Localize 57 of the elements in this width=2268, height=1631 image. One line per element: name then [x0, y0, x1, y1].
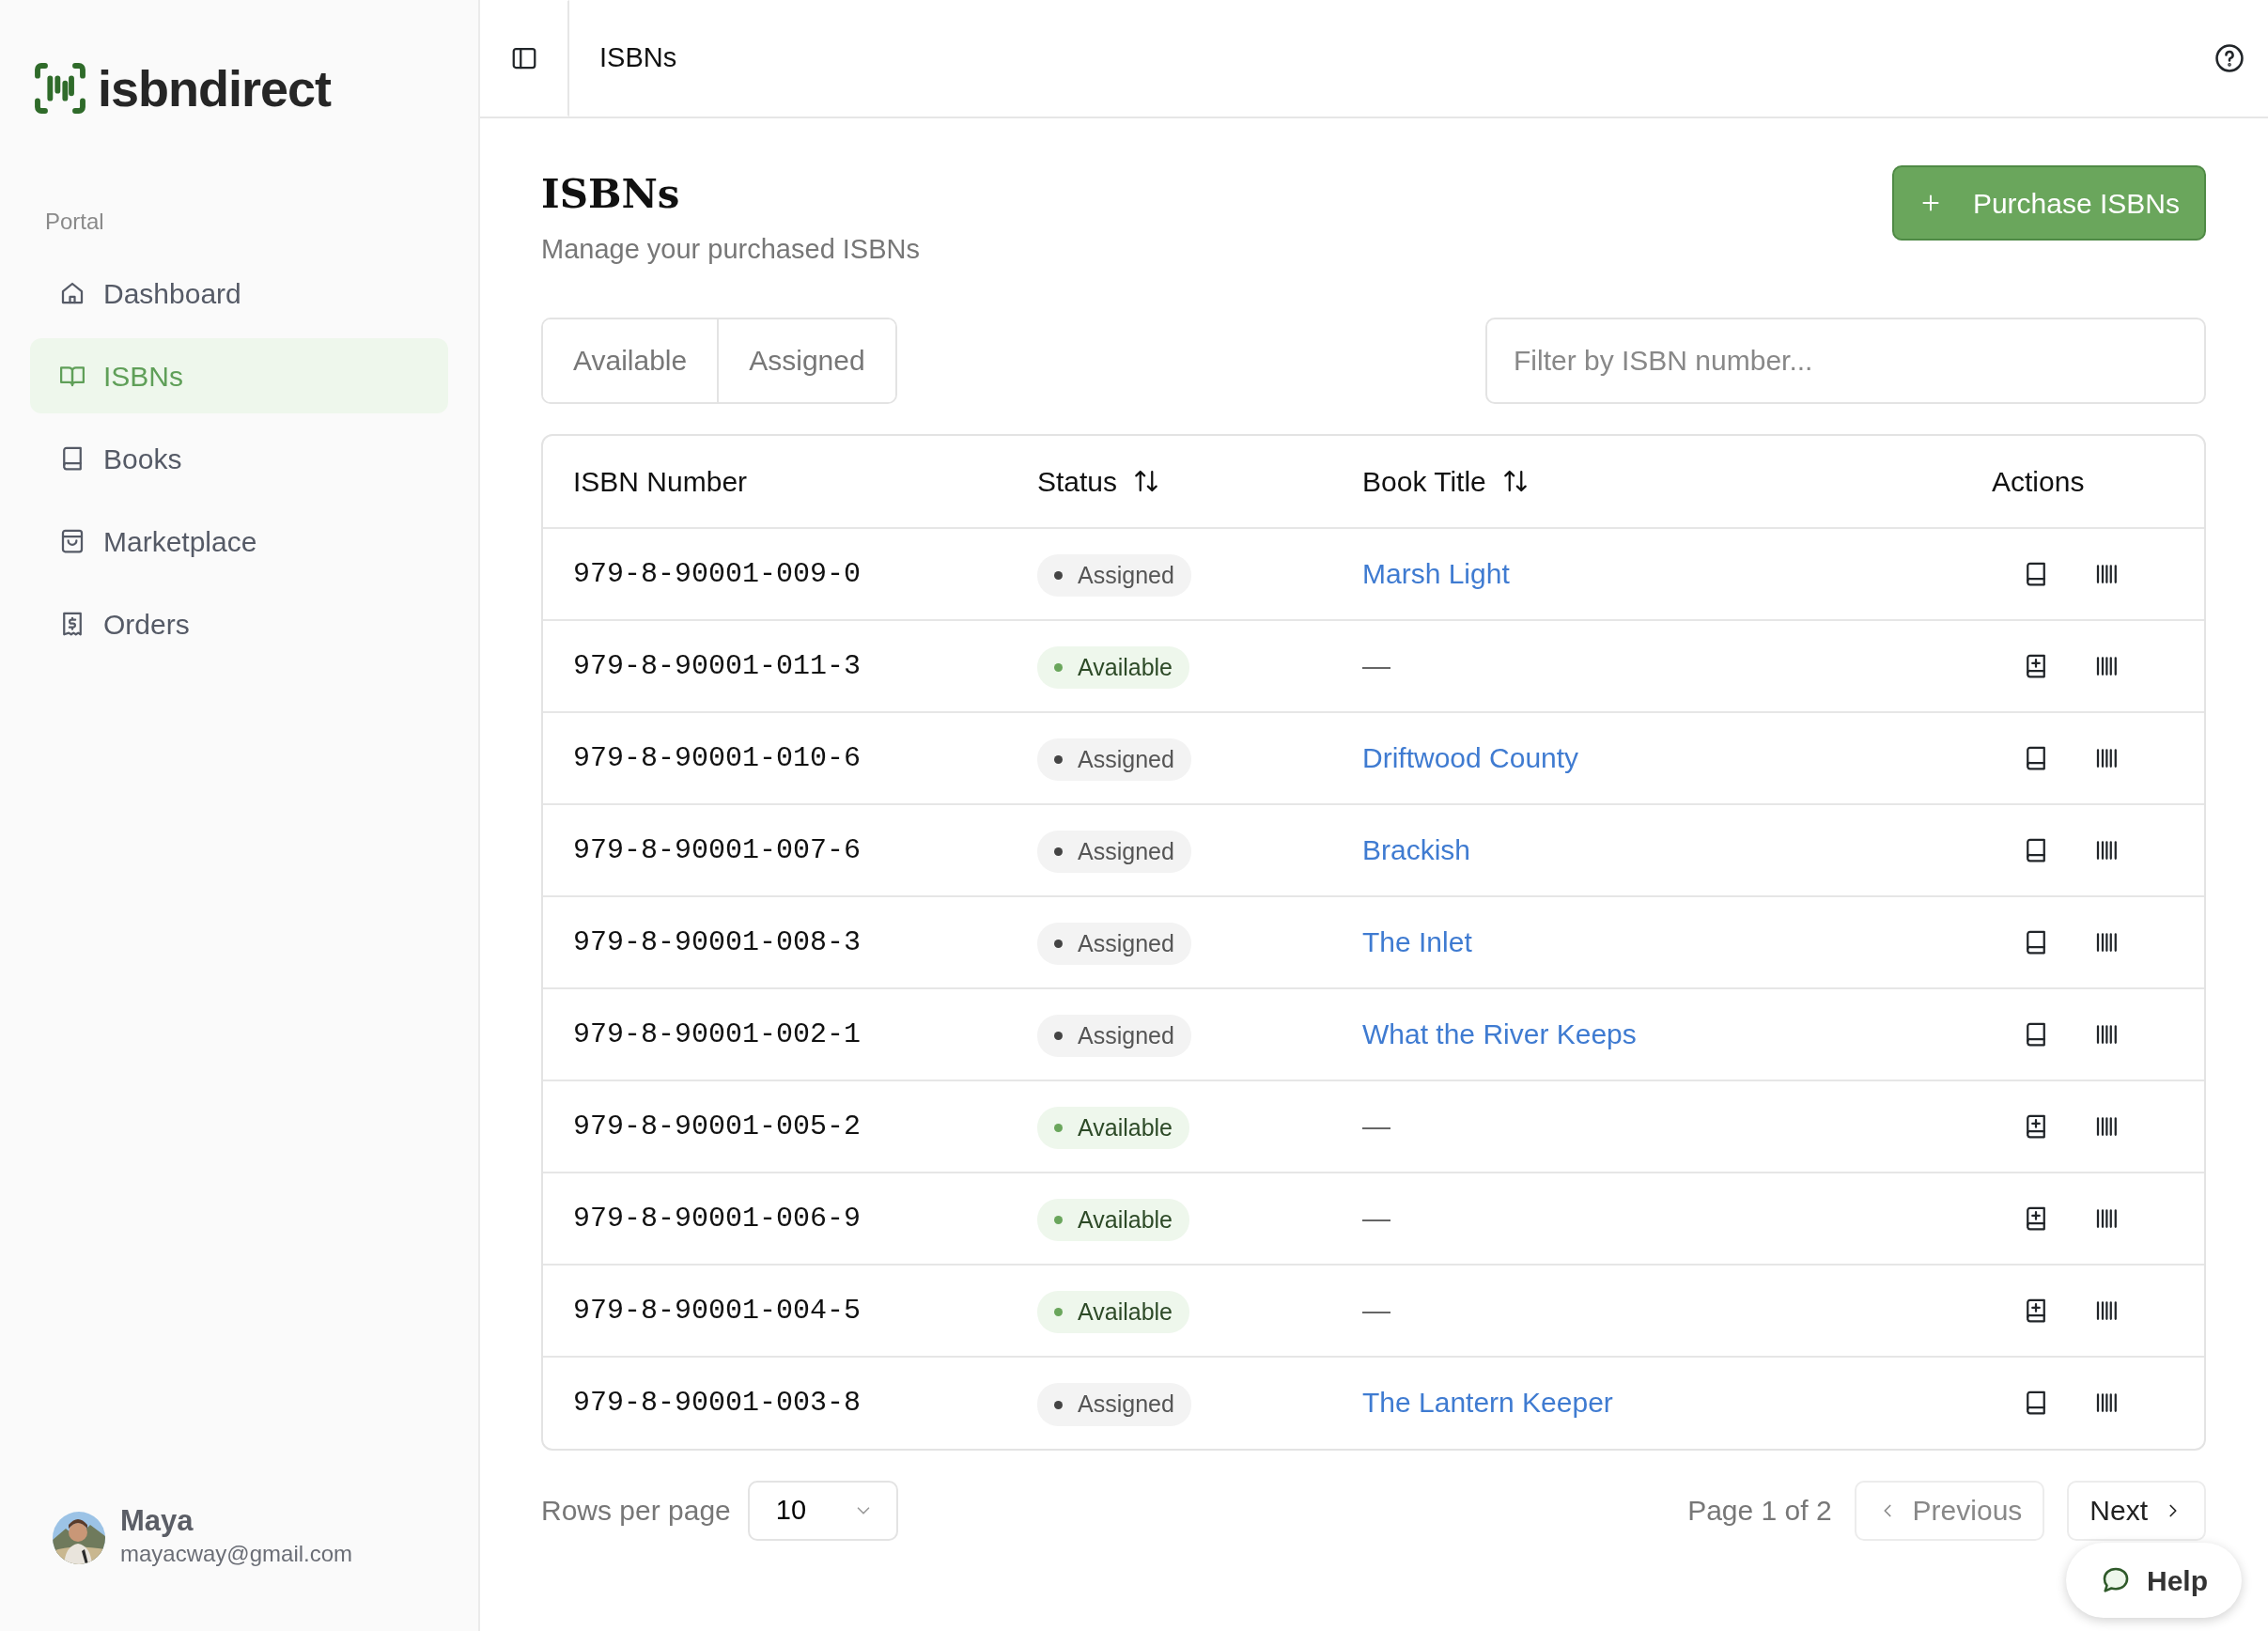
filter-tab[interactable]: Assigned [717, 318, 895, 402]
status-badge: Available [1037, 645, 1189, 690]
status-badge: Available [1037, 1106, 1189, 1150]
isbn-number: 979-8-90001-010-6 [573, 741, 862, 774]
sidebar-item[interactable]: ISBNs [30, 338, 448, 413]
isbn-number: 979-8-90001-002-1 [573, 1017, 862, 1050]
status-badge: Assigned [1037, 922, 1191, 966]
status-badge: Assigned [1037, 553, 1191, 598]
rows-per-page-label: Rows per page [541, 1494, 731, 1529]
user-email: mayacway@gmail.com [120, 1540, 353, 1568]
help-icon [2214, 42, 2245, 74]
book-title-link[interactable]: Driftwood County [1362, 741, 1579, 773]
empty-title: — [1362, 1202, 1390, 1234]
book-title-link[interactable]: Brackish [1362, 833, 1471, 865]
sidebar-item[interactable]: Marketplace [30, 504, 448, 579]
section-label: Portal [45, 208, 105, 236]
page-subtitle: Manage your purchased ISBNs [541, 233, 920, 267]
logo-text: isbndirect [98, 63, 332, 114]
sidebar-item[interactable]: Books [30, 421, 448, 496]
book-title-link[interactable]: The Lantern Keeper [1362, 1387, 1613, 1419]
empty-title: — [1362, 1110, 1390, 1142]
next-button[interactable]: Next [2067, 1480, 2206, 1541]
header-title: ISBNs [598, 41, 677, 75]
filter-input[interactable]: Filter by ISBN number... [1485, 317, 2206, 404]
status-badge: Available [1037, 1290, 1189, 1334]
page-indicator: Page 1 of 2 [1687, 1494, 1832, 1529]
isbn-number: 979-8-90001-011-3 [573, 649, 862, 682]
column-header: ISBN Number [573, 464, 748, 499]
status-badge: Assigned [1037, 830, 1191, 874]
help-button[interactable]: Help [2066, 1543, 2242, 1618]
book-title-link[interactable]: What the River Keeps [1362, 1017, 1637, 1049]
column-header[interactable]: Status [1037, 459, 1161, 503]
isbn-number: 979-8-90001-008-3 [573, 925, 862, 958]
isbn-number: 979-8-90001-003-8 [573, 1387, 862, 1420]
user-name: Maya [120, 1504, 194, 1537]
status-badge: Assigned [1037, 1014, 1191, 1058]
book-title-link[interactable]: The Inlet [1362, 925, 1472, 957]
status-badge: Assigned [1037, 738, 1191, 782]
empty-title: — [1362, 1294, 1390, 1326]
help-icon-button[interactable] [2214, 42, 2245, 74]
sidebar-item[interactable]: Dashboard [30, 256, 448, 331]
empty-title: — [1362, 649, 1390, 681]
column-header: Actions [1992, 464, 2085, 499]
purchase-button[interactable]: Purchase ISBNs [1891, 165, 2206, 241]
rows-per-page-select[interactable]: 10 [747, 1480, 898, 1541]
isbn-number: 979-8-90001-006-9 [573, 1202, 862, 1235]
book-title-link[interactable]: Marsh Light [1362, 557, 1510, 589]
isbn-number: 979-8-90001-007-6 [573, 833, 862, 866]
page-title: ISBNs [541, 173, 681, 217]
status-badge: Available [1037, 1198, 1189, 1242]
isbn-number: 979-8-90001-005-2 [573, 1110, 862, 1142]
status-badge: Assigned [1037, 1383, 1191, 1426]
column-header[interactable]: Book Title [1362, 459, 1530, 503]
previous-button[interactable]: Previous [1854, 1480, 2045, 1541]
isbn-number: 979-8-90001-009-0 [573, 557, 862, 590]
isbn-number: 979-8-90001-004-5 [573, 1294, 862, 1327]
sidebar-item[interactable]: Orders [30, 586, 448, 661]
